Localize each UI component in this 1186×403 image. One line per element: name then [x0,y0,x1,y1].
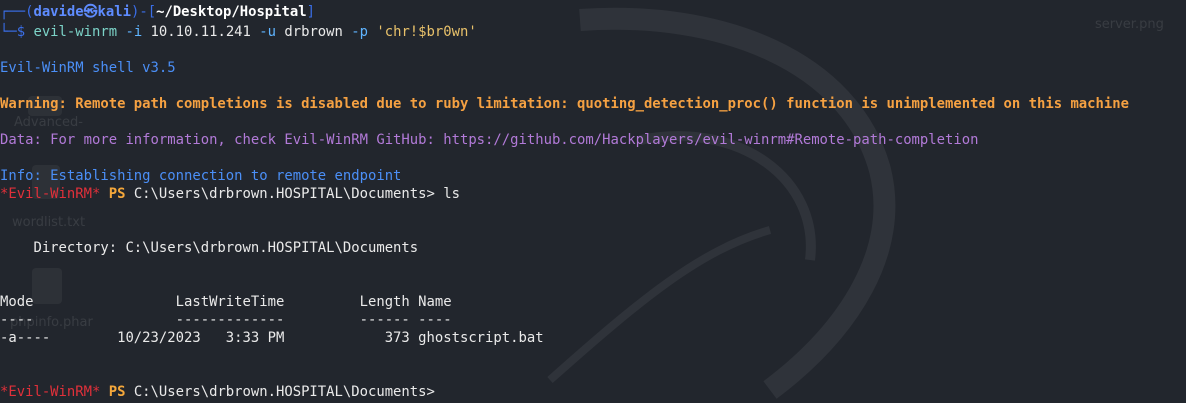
desktop-file-label: Advanced- [14,115,83,130]
listing-header: Mode LastWriteTime Length Name [0,294,452,310]
ps-prompt-line[interactable]: *Evil-WinRM* PS C:\Users\drbrown.HOSPITA… [0,383,435,401]
command-flag-u: -u [250,24,285,40]
command-line[interactable]: └─$ evil-winrm -i 10.10.11.241 -u drbrow… [0,23,477,41]
ps-prompt-line: *Evil-WinRM* PS C:\Users\drbrown.HOSPITA… [0,185,460,203]
listing-separator: ---- ------------- ------ ---- [0,312,452,328]
desktop-file-label: server.png [1095,17,1164,32]
ps-label: PS [100,384,134,400]
data-info-text: Data: For more information, check Evil-W… [0,132,979,148]
command-user: drbrown [284,24,343,40]
prompt-path: ~/Desktop/Hospital [156,4,307,20]
command-password: 'chr!$br0wn' [376,24,477,40]
info-text: Info: Establishing connection to remote … [0,168,402,184]
prompt-header-line: ┌──(davide㉿kali)-[~/Desktop/Hospital] [0,3,315,21]
prompt-username: davide [33,4,84,20]
warning-text: Warning: Remote path completions is disa… [0,96,1129,112]
ps-prompt-tag: *Evil-WinRM* [0,384,101,400]
listing-row: -a---- 10/23/2023 3:33 PM 373 ghostscrip… [0,330,544,346]
command-ip: 10.10.11.241 [150,24,251,40]
desktop-file-label: wordlist.txt [12,215,86,230]
command-flag-p: -p [342,24,377,40]
prompt-dollar: └─$ [0,24,34,40]
ps-label: PS [100,186,134,202]
kali-dragon-watermark-icon [547,7,896,399]
ps-prompt-tag: *Evil-WinRM* [0,186,101,202]
prompt-bracket-mid: )-[ [131,4,157,20]
ps-cwd: C:\Users\drbrown.HOSPITAL\Documents> [133,186,435,202]
prompt-bracket-close: ] [306,4,316,20]
directory-line: Directory: C:\Users\drbrown.HOSPITAL\Doc… [0,240,419,256]
command-name: evil-winrm [33,24,118,40]
prompt-hostname: kali [97,4,131,20]
shell-version-text: Evil-WinRM shell v3.5 [0,60,176,76]
terminal-window[interactable]: server.png Advanced- wordlist.txt phpinf… [0,0,1186,403]
ps-command: ls [434,186,460,202]
prompt-bracket-open: ┌──( [0,4,34,20]
command-flag-i: -i [117,24,151,40]
ps-cwd: C:\Users\drbrown.HOSPITAL\Documents> [133,384,435,400]
prompt-at-symbol: ㉿ [83,4,98,20]
